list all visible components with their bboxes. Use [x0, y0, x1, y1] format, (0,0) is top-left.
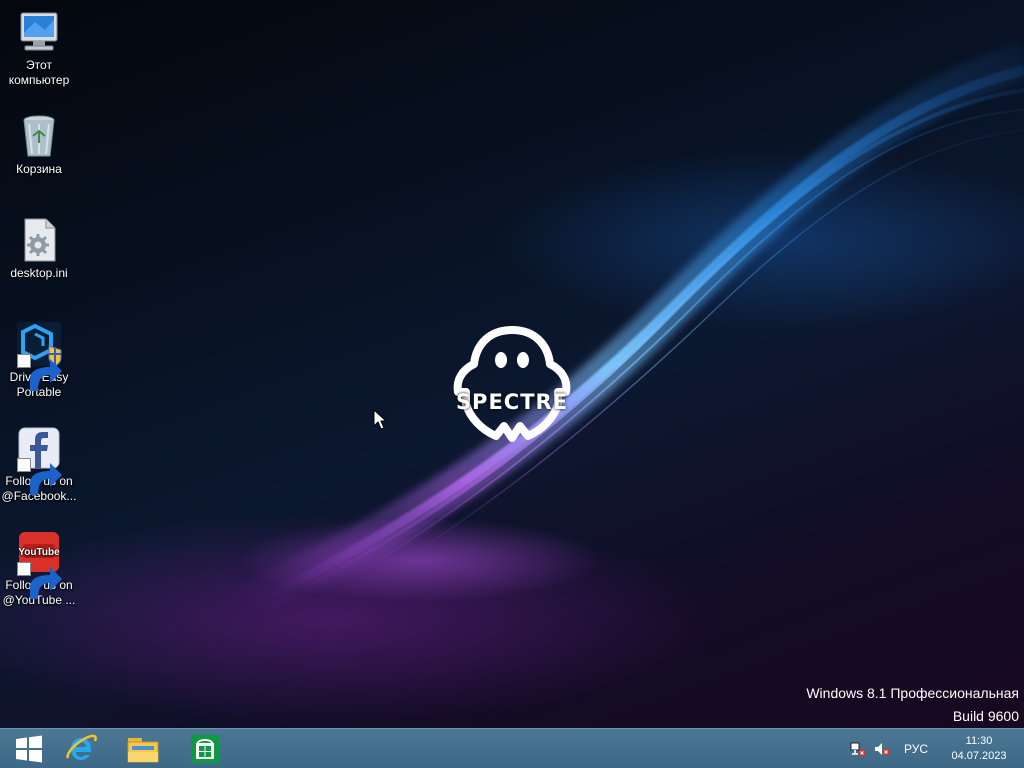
spectre-logo: SPECTRE: [436, 326, 588, 444]
start-button[interactable]: [0, 729, 58, 768]
watermark-build: Build 9600: [952, 708, 1019, 724]
clock-date: 04.07.2023: [951, 749, 1007, 762]
mouse-cursor-icon: [373, 409, 387, 430]
recycle-bin-icon: [23, 115, 55, 157]
settings-file-icon: [24, 218, 56, 262]
windows-version-watermark: Windows 8.1 Профессиональная Build 9600: [806, 682, 1019, 728]
computer-icon: [20, 12, 58, 51]
clock-button[interactable]: 11:30 04.07.2023: [944, 729, 1014, 768]
shortcut-arrow-icon: [17, 562, 62, 599]
system-tray: РУС 11:30 04.07.2023: [844, 729, 1024, 768]
volume-button[interactable]: [870, 729, 894, 768]
desktop[interactable]: Этот компьютер Корзина desktop.ini Porta…: [0, 0, 1024, 728]
shortcut-arrow-icon: [17, 458, 62, 495]
desktop-icon-recycle-bin[interactable]: Корзина: [0, 112, 78, 177]
ghost-logo-icon: [453, 326, 571, 442]
volume-muted-icon: [875, 742, 890, 755]
taskbar[interactable]: РУС 11:30 04.07.2023: [0, 728, 1024, 768]
desktop-icon-label: Этот компьютер: [8, 58, 70, 87]
store-icon: [191, 734, 219, 763]
desktop-icon-youtube[interactable]: YouTube Follow us on @YouTube ...: [0, 528, 78, 608]
clock-time: 11:30: [965, 734, 993, 747]
desktop-icon-this-pc[interactable]: Этот компьютер: [0, 8, 78, 88]
store-button[interactable]: [176, 729, 234, 768]
desktop-icon-label: Корзина: [16, 162, 62, 176]
desktop-icon-drivereasy[interactable]: DriverEasy Portable: [0, 320, 78, 400]
desktop-icon-desktop-ini[interactable]: desktop.ini: [0, 216, 78, 281]
internet-explorer-button[interactable]: [52, 729, 110, 768]
file-explorer-button[interactable]: [114, 729, 172, 768]
start-icon: [16, 735, 42, 762]
network-status-button[interactable]: [846, 729, 870, 768]
logo-text: SPECTRE: [455, 390, 569, 414]
svg-text:YouTube: YouTube: [18, 547, 60, 558]
desktop-icon-label: desktop.ini: [10, 266, 68, 280]
input-language-button[interactable]: РУС: [896, 729, 936, 768]
internet-explorer-icon: [66, 734, 97, 760]
file-explorer-icon: [127, 737, 159, 762]
desktop-icon-facebook[interactable]: Follow us on @Facebook...: [0, 424, 78, 504]
shortcut-arrow-icon: [17, 354, 62, 391]
watermark-edition: Windows 8.1 Профессиональная: [806, 685, 1019, 701]
network-disconnected-icon: [850, 742, 866, 756]
